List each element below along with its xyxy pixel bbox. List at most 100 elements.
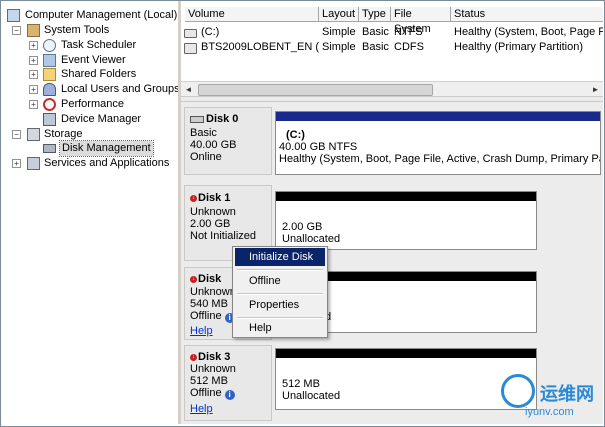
collapse-toggle[interactable]: − (12, 130, 21, 139)
services-icon (27, 157, 40, 170)
disk-size: 40.00 GB (190, 139, 237, 151)
cd-volume-icon (184, 43, 197, 54)
column-header-status[interactable]: Status (451, 7, 603, 22)
tree-label: Task Scheduler (61, 39, 137, 51)
tree-label: System Tools (44, 24, 110, 36)
cell-file-system: NTFS (394, 26, 423, 38)
tree-item-system-tools[interactable]: − System Tools (5, 23, 175, 38)
info-icon[interactable]: i (224, 390, 235, 400)
tree-item-local-users[interactable]: + Local Users and Groups (5, 82, 180, 97)
cell-file-system: CDFS (394, 41, 424, 53)
storage-icon (27, 128, 40, 141)
clock-icon (43, 39, 56, 52)
expand-toggle[interactable]: + (29, 41, 38, 50)
disk-status: Offline i (190, 387, 235, 400)
event-viewer-icon (43, 54, 56, 67)
partition-disk1-unallocated[interactable]: 2.00 GB Unallocated (275, 191, 537, 250)
horizontal-scrollbar[interactable]: ◄ ► (181, 81, 603, 96)
disk-3-label[interactable]: ↓ Disk 3 Unknown 512 MB Offline i Help (184, 345, 272, 421)
disk-status: Not Initialized (190, 230, 257, 242)
cell-volume: BTS2009LOBENT_EN (D:) (201, 41, 319, 53)
menu-item-help[interactable]: Help (235, 319, 325, 337)
expand-toggle[interactable]: + (29, 85, 38, 94)
tree-label: Storage (44, 128, 83, 140)
navigation-tree: Computer Management (Local) − System Too… (1, 1, 180, 424)
disk-type: Unknown (190, 286, 236, 298)
tree-item-storage[interactable]: − Storage (5, 127, 175, 142)
watermark-brand: 运维网 (540, 384, 594, 404)
column-header-type[interactable]: Type (359, 7, 391, 22)
users-icon (43, 83, 56, 96)
tree-item-event-viewer[interactable]: + Event Viewer (5, 53, 175, 68)
expand-toggle[interactable]: + (29, 100, 38, 109)
menu-item-offline[interactable]: Offline (235, 272, 325, 290)
device-manager-icon (43, 113, 56, 126)
computer-icon (7, 9, 20, 22)
partition-label: (C:) (286, 129, 305, 141)
disk-0-label[interactable]: Disk 0 Basic 40.00 GB Online (184, 107, 272, 175)
partition-c[interactable]: (C:) 40.00 GB NTFS Healthy (System, Boot… (275, 111, 601, 175)
help-link[interactable]: Help (190, 325, 213, 337)
unallocated-bar (276, 192, 536, 201)
disk-icon (43, 144, 56, 153)
disk-title: ↓ Disk 1 (190, 192, 231, 204)
menu-item-properties[interactable]: Properties (235, 296, 325, 314)
collapse-toggle[interactable]: − (12, 26, 21, 35)
expand-toggle[interactable]: + (12, 159, 21, 168)
tree-item-shared-folders[interactable]: + Shared Folders (5, 67, 175, 82)
menu-separator (237, 269, 323, 271)
disk-status: Offline i (190, 310, 235, 323)
menu-separator (237, 293, 323, 295)
cell-status: Healthy (Primary Partition) (454, 41, 583, 53)
help-link[interactable]: Help (190, 403, 213, 415)
tree-label: Computer Management (Local) (25, 9, 178, 21)
partition-disk3-unallocated[interactable]: 512 MB Unallocated (275, 348, 537, 410)
warning-icon: ↓ (190, 194, 197, 202)
disk-type: Unknown (190, 363, 236, 375)
disk-size: 2.00 GB (190, 218, 231, 230)
tree-item-disk-management[interactable]: Disk Management (5, 140, 175, 157)
tree-item-computer-management[interactable]: Computer Management (Local) (5, 8, 178, 23)
volume-icon (184, 29, 197, 38)
partition-size: 512 MB (282, 378, 320, 390)
disk-status: Online (190, 151, 222, 163)
tools-icon (27, 24, 40, 37)
partition-size: 40.00 GB NTFS (279, 141, 358, 153)
watermark-logo-icon (501, 374, 535, 408)
tree-label: Performance (61, 98, 124, 110)
partition-status: Unallocated (282, 390, 341, 402)
tree-item-task-scheduler[interactable]: + Task Scheduler (5, 38, 175, 53)
folder-icon (43, 68, 56, 81)
column-header-layout[interactable]: Layout (319, 7, 359, 22)
cell-type: Basic (362, 41, 389, 53)
tree-label: Device Manager (61, 113, 142, 125)
disk-title: Disk 0 (190, 113, 238, 125)
disk-size: 512 MB (190, 375, 228, 387)
expand-toggle[interactable]: + (29, 70, 38, 79)
tree-item-performance[interactable]: + Performance (5, 97, 175, 112)
warning-icon: ↓ (190, 353, 197, 361)
disk-icon (190, 116, 204, 123)
menu-item-initialize-disk[interactable]: Initialize Disk (235, 248, 325, 266)
disk-title: ↓ Disk (190, 273, 222, 285)
disk-type: Unknown (190, 206, 236, 218)
scroll-left-arrow-icon[interactable]: ◄ (181, 82, 196, 96)
tree-label: Services and Applications (44, 157, 170, 169)
performance-icon (43, 98, 56, 111)
column-header-volume[interactable]: Volume (185, 7, 319, 22)
cell-layout: Simple (322, 41, 356, 53)
tree-item-device-manager[interactable]: Device Manager (5, 112, 175, 127)
expand-toggle[interactable]: + (29, 56, 38, 65)
disk-size: 540 MB (190, 298, 228, 310)
cell-layout: Simple (322, 26, 356, 38)
partition-size: 2.00 GB (282, 221, 323, 233)
cell-volume: (C:) (201, 26, 220, 38)
unallocated-bar (276, 349, 536, 358)
scroll-thumb[interactable] (198, 84, 433, 96)
cell-type: Basic (362, 26, 389, 38)
tree-item-services[interactable]: + Services and Applications (5, 156, 175, 171)
disk-type: Basic (190, 127, 217, 139)
scroll-right-arrow-icon[interactable]: ► (588, 82, 603, 96)
tree-label: Local Users and Groups (61, 83, 180, 95)
column-header-file-system[interactable]: File System (391, 7, 451, 35)
